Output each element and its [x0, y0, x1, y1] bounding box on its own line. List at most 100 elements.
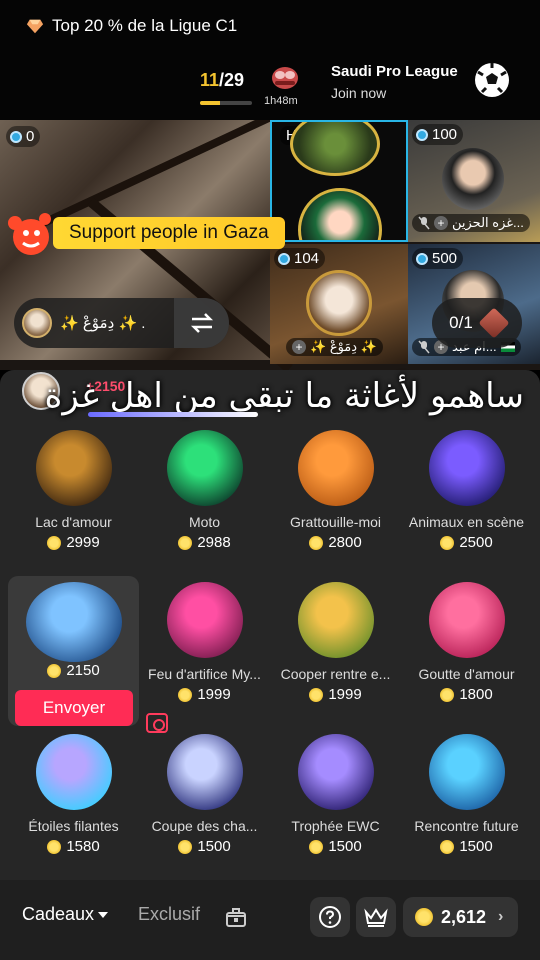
coin-icon: [440, 687, 455, 702]
gift-item[interactable]: Grattouille-moi 2800: [270, 424, 401, 574]
crown-button[interactable]: [356, 897, 396, 937]
progress-bar: [200, 101, 252, 105]
league-join[interactable]: Saudi Pro League Join now: [331, 63, 458, 101]
stage-icon: [428, 430, 505, 506]
chest-icon[interactable]: [225, 906, 247, 928]
record-icon: [146, 713, 168, 733]
host-avatar: [298, 188, 382, 240]
coin-icon: [47, 663, 62, 678]
rank-text: Top 20 % de la Ligue C1: [52, 16, 238, 35]
fire-icon: [416, 128, 428, 141]
gift-item[interactable]: Étoiles filantes 1580: [8, 728, 139, 878]
gift-price: 1999: [270, 686, 401, 703]
fire-icon: [416, 252, 428, 265]
gift-price: 1500: [139, 838, 270, 855]
switch-button[interactable]: [174, 298, 229, 348]
gift-price-value: 2800: [328, 534, 362, 551]
gift-name: Étoiles filantes: [28, 818, 119, 834]
diamond-icon: [26, 19, 44, 34]
support-banner[interactable]: Support people in Gaza: [5, 208, 285, 258]
coin-icon: [309, 535, 324, 550]
team-badge-icon[interactable]: [268, 64, 302, 92]
gift-item[interactable]: Animaux en scène 2500: [401, 424, 532, 574]
guest-tile-1[interactable]: 100 + غزه الحزين...: [408, 120, 540, 242]
pink-drop-icon: [428, 582, 505, 658]
trophy-cup-icon: [166, 734, 243, 810]
gift-name: Coupe des cha...: [151, 818, 258, 834]
add-icon[interactable]: +: [434, 216, 448, 230]
heart-lake-icon: [35, 430, 112, 506]
gift-price-value: 1800: [459, 686, 493, 703]
host-tile[interactable]: Hôte: [270, 120, 408, 242]
gift-item[interactable]: Cooper rentre e... 1999: [270, 576, 401, 726]
pager-pill[interactable]: 0/1: [432, 298, 522, 348]
guest-1-name-row: + غزه الحزين...: [412, 214, 530, 232]
gift-name: Animaux en scène: [408, 514, 525, 530]
coin-icon: [178, 687, 193, 702]
current-user-pill[interactable]: ✨ دِمَوْعْ ✨ .: [14, 298, 229, 348]
gift-price-value: 2150: [66, 662, 100, 679]
mute-icon: [418, 216, 430, 230]
gift-item[interactable]: Trophée EWC 1500: [270, 728, 401, 878]
gift-price: 2999: [8, 534, 139, 551]
coin-icon: [415, 908, 433, 926]
crown-icon: [364, 908, 388, 927]
gift-name: Rencontre future: [414, 818, 519, 834]
guest-3-count: 500: [412, 248, 464, 269]
gift-item[interactable]: 2150 Envoyer: [8, 576, 139, 726]
mascot-icon: [8, 213, 51, 255]
gift-price: 2800: [270, 534, 401, 551]
help-button[interactable]: [310, 897, 350, 937]
gift-item[interactable]: Goutte d'amour 1800: [401, 576, 532, 726]
gift-item[interactable]: Coupe des cha... 1500: [139, 728, 270, 878]
guest-2-avatar: [306, 270, 372, 336]
gift-price: 1500: [270, 838, 401, 855]
league-rank[interactable]: Top 20 % de la Ligue C1: [26, 16, 237, 36]
add-icon[interactable]: +: [292, 340, 306, 354]
gift-price: 2150: [8, 662, 139, 679]
gift-price-value: 2988: [197, 534, 231, 551]
gift-name: Grattouille-moi: [289, 514, 382, 530]
progress-current: 11: [200, 70, 220, 90]
send-gift-button[interactable]: Envoyer: [15, 690, 133, 726]
tab-exclusive[interactable]: Exclusif: [138, 904, 200, 925]
progress-fill: [200, 101, 220, 105]
gift-price-value: 1500: [328, 838, 362, 855]
gift-price-value: 2500: [459, 534, 493, 551]
support-text: Support people in Gaza: [53, 217, 285, 249]
tab-gifts[interactable]: Cadeaux: [22, 904, 109, 925]
chevron-right-icon: ›: [498, 908, 504, 925]
coin-icon: [309, 839, 324, 854]
coin-icon: [178, 535, 193, 550]
gift-price-value: 2999: [66, 534, 100, 551]
gift-item[interactable]: Lac d'amour 2999: [8, 424, 139, 574]
gift-name: Feu d'artifice My...: [148, 666, 261, 682]
soccer-ball-icon[interactable]: [474, 62, 510, 98]
gift-item[interactable]: Feu d'artifice My... 1999: [139, 576, 270, 726]
gift-price: 1800: [401, 686, 532, 703]
ewc-trophy-icon: [297, 734, 374, 810]
pager-text: 0/1: [449, 313, 473, 332]
swap-icon: [190, 313, 213, 333]
coin-icon: [440, 839, 455, 854]
armchair-cat-icon: [297, 430, 374, 506]
coin-icon: [309, 687, 324, 702]
mute-icon: [418, 340, 430, 354]
coin-icon: [440, 535, 455, 550]
gift-item[interactable]: Moto 2988: [139, 424, 270, 574]
help-icon: [319, 906, 341, 928]
motorcycle-icon: [166, 430, 243, 506]
gift-box-icon: [478, 307, 510, 339]
guest-tile-2[interactable]: 104 + ✨ دِمَوْعْ ✨: [270, 244, 408, 364]
gift-price-value: 1999: [328, 686, 362, 703]
gift-price: 2988: [139, 534, 270, 551]
guest-1-avatar: [442, 148, 504, 210]
gift-item[interactable]: Rencontre future 1500: [401, 728, 532, 878]
gift-name: Goutte d'amour: [418, 666, 515, 682]
coin-balance-button[interactable]: 2,612 ›: [403, 897, 518, 937]
progress-total: /29: [219, 70, 245, 90]
task-progress[interactable]: 11/29: [200, 70, 260, 105]
gift-name: Cooper rentre e...: [280, 666, 391, 682]
gift-price: 2500: [401, 534, 532, 551]
caret-down-icon: [98, 912, 109, 919]
